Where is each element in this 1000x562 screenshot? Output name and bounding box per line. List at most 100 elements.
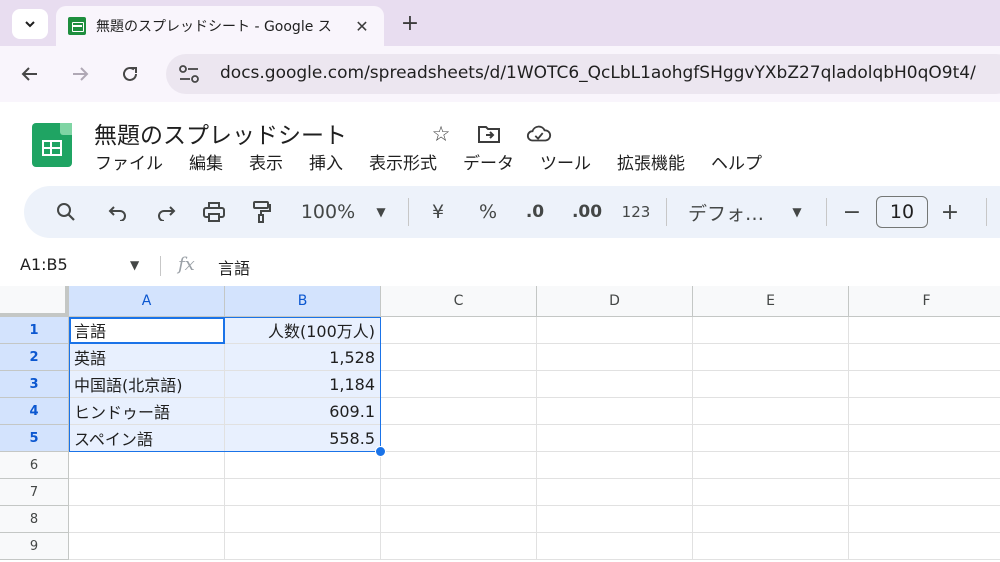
column-header-a[interactable]: A <box>69 286 225 317</box>
cell-e6[interactable] <box>693 452 849 479</box>
menu-extensions[interactable]: 拡張機能 <box>609 151 693 177</box>
cell-c5[interactable] <box>381 425 537 452</box>
cell-f4[interactable] <box>849 398 1000 425</box>
cell-a5[interactable]: スペイン語 <box>69 425 225 452</box>
paint-format-button[interactable] <box>248 198 276 226</box>
close-icon[interactable]: ✕ <box>352 16 372 36</box>
chevron-down-icon[interactable]: ▼ <box>372 198 390 226</box>
cell-c3[interactable] <box>381 371 537 398</box>
cell-d8[interactable] <box>537 506 693 533</box>
increase-font-size-button[interactable]: + <box>938 198 962 226</box>
search-menus-button[interactable] <box>52 198 80 226</box>
menu-format[interactable]: 表示形式 <box>361 151 445 177</box>
row-header-4[interactable]: 4 <box>0 398 69 425</box>
row-header-6[interactable]: 6 <box>0 452 69 479</box>
cell-b2[interactable]: 1,528 <box>225 344 381 371</box>
cell-d2[interactable] <box>537 344 693 371</box>
cell-c9[interactable] <box>381 533 537 560</box>
font-family-select[interactable]: デフォ… <box>688 198 778 226</box>
reload-button[interactable] <box>116 60 144 88</box>
chevron-down-icon[interactable]: ▼ <box>130 258 139 272</box>
menu-help[interactable]: ヘルプ <box>703 151 770 177</box>
cell-c4[interactable] <box>381 398 537 425</box>
cell-b4[interactable]: 609.1 <box>225 398 381 425</box>
more-formats-button[interactable]: 123 <box>618 198 654 226</box>
cell-e3[interactable] <box>693 371 849 398</box>
decrease-decimal-button[interactable]: .0 <box>518 198 552 226</box>
column-header-c[interactable]: C <box>381 286 537 317</box>
cell-f8[interactable] <box>849 506 1000 533</box>
document-title[interactable]: 無題のスプレッドシート <box>94 116 347 150</box>
increase-decimal-button[interactable]: .00 <box>567 198 607 226</box>
cell-f2[interactable] <box>849 344 1000 371</box>
cloud-saved-icon[interactable] <box>526 121 552 147</box>
fill-handle[interactable] <box>375 446 386 457</box>
cell-f5[interactable] <box>849 425 1000 452</box>
undo-button[interactable] <box>104 198 132 226</box>
cell-f1[interactable] <box>849 317 1000 344</box>
cell-a2[interactable]: 英語 <box>69 344 225 371</box>
cell-b7[interactable] <box>225 479 381 506</box>
cell-c6[interactable] <box>381 452 537 479</box>
cell-c8[interactable] <box>381 506 537 533</box>
menu-insert[interactable]: 挿入 <box>301 151 351 177</box>
browser-tab-active[interactable]: 無題のスプレッドシート - Google ス ✕ <box>56 6 384 46</box>
cell-d1[interactable] <box>537 317 693 344</box>
cell-d7[interactable] <box>537 479 693 506</box>
menu-edit[interactable]: 編集 <box>181 151 231 177</box>
cell-c2[interactable] <box>381 344 537 371</box>
site-settings-icon[interactable] <box>178 64 200 84</box>
redo-button[interactable] <box>152 198 180 226</box>
cell-a7[interactable] <box>69 479 225 506</box>
decrease-font-size-button[interactable]: − <box>840 198 864 226</box>
cell-d3[interactable] <box>537 371 693 398</box>
cell-f7[interactable] <box>849 479 1000 506</box>
back-button[interactable] <box>16 60 44 88</box>
cell-a9[interactable] <box>69 533 225 560</box>
cell-e8[interactable] <box>693 506 849 533</box>
cell-b5[interactable]: 558.5 <box>225 425 381 452</box>
cell-e5[interactable] <box>693 425 849 452</box>
cell-f6[interactable] <box>849 452 1000 479</box>
row-header-2[interactable]: 2 <box>0 344 69 371</box>
cell-e9[interactable] <box>693 533 849 560</box>
row-header-8[interactable]: 8 <box>0 506 69 533</box>
move-folder-icon[interactable] <box>476 121 502 147</box>
cell-e2[interactable] <box>693 344 849 371</box>
address-bar[interactable]: docs.google.com/spreadsheets/d/1WOTC6_Qc… <box>166 54 1000 94</box>
row-header-1[interactable]: 1 <box>0 317 69 344</box>
cell-e1[interactable] <box>693 317 849 344</box>
column-header-e[interactable]: E <box>693 286 849 317</box>
select-all-corner[interactable] <box>0 286 69 317</box>
star-icon[interactable]: ☆ <box>428 121 454 147</box>
font-size-input[interactable]: 10 <box>876 196 928 228</box>
menu-view[interactable]: 表示 <box>241 151 291 177</box>
cell-c7[interactable] <box>381 479 537 506</box>
currency-format-button[interactable]: ¥ <box>426 198 450 226</box>
sheets-logo-icon[interactable] <box>32 123 72 167</box>
menu-tools[interactable]: ツール <box>532 151 599 177</box>
tab-search-button[interactable] <box>12 9 48 39</box>
cell-a8[interactable] <box>69 506 225 533</box>
cell-b1[interactable]: 人数(100万人) <box>225 317 381 344</box>
cell-d6[interactable] <box>537 452 693 479</box>
cell-d9[interactable] <box>537 533 693 560</box>
sheet-grid[interactable]: A B C D E F 1 言語 人数(100万人) 2 英語 1,528 3 中国語(北京語) 1,184… <box>0 286 1000 562</box>
cell-b9[interactable] <box>225 533 381 560</box>
menu-data[interactable]: データ <box>455 151 522 177</box>
column-header-b[interactable]: B <box>225 286 381 317</box>
cell-b6[interactable] <box>225 452 381 479</box>
name-box[interactable]: A1:B5 <box>20 255 68 274</box>
cell-a6[interactable] <box>69 452 225 479</box>
row-header-5[interactable]: 5 <box>0 425 69 452</box>
cell-a3[interactable]: 中国語(北京語) <box>69 371 225 398</box>
column-header-f[interactable]: F <box>849 286 1000 317</box>
cell-c1[interactable] <box>381 317 537 344</box>
new-tab-button[interactable]: + <box>396 9 424 37</box>
cell-d5[interactable] <box>537 425 693 452</box>
percent-format-button[interactable]: % <box>476 198 500 226</box>
cell-f9[interactable] <box>849 533 1000 560</box>
print-button[interactable] <box>200 198 228 226</box>
cell-b3[interactable]: 1,184 <box>225 371 381 398</box>
row-header-9[interactable]: 9 <box>0 533 69 560</box>
